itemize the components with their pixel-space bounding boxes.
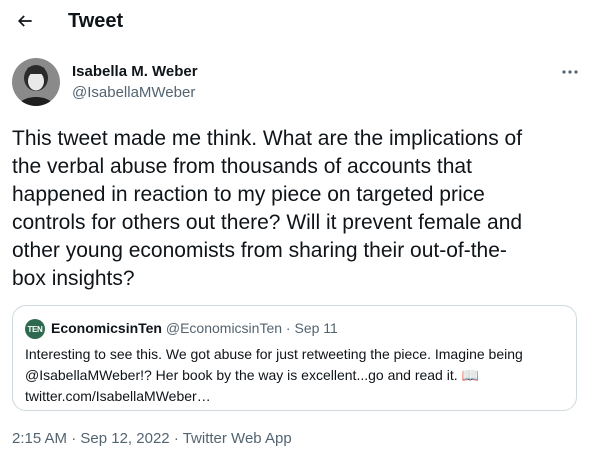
tweet-text: This tweet made me think. What are the i… <box>12 125 577 293</box>
more-options-button[interactable] <box>557 62 583 82</box>
separator-dot: · <box>285 320 291 336</box>
tweet-timestamp: 2:15 AM · Sep 12, 2022 · Twitter Web App <box>12 430 292 447</box>
quoted-avatar-logo-text: TEN <box>27 324 43 334</box>
page-title: Tweet <box>68 10 124 32</box>
separator-dot: · <box>173 430 179 447</box>
tweet-line: happened in reaction to my piece on targ… <box>12 183 485 206</box>
tweet-line: This tweet made me think. What are the i… <box>12 127 523 150</box>
avatar[interactable] <box>12 58 60 106</box>
more-icon <box>562 70 578 74</box>
tweet-date[interactable]: Sep 12, 2022 <box>80 430 169 447</box>
quoted-tweet-text: Interesting to see this. We got abuse fo… <box>25 344 570 407</box>
tweet-line: other young economists from sharing thei… <box>12 239 507 262</box>
author-handle[interactable]: @IsabellaMWeber <box>72 84 195 101</box>
separator-dot: · <box>71 430 77 447</box>
tweet-source[interactable]: Twitter Web App <box>183 430 292 447</box>
quoted-date: Sep 11 <box>294 320 338 336</box>
quoted-line: Interesting to see this. We got abuse fo… <box>25 346 523 362</box>
quoted-avatar: TEN <box>25 319 45 339</box>
quoted-author-handle: @EconomicsinTen <box>165 320 283 336</box>
top-bar: Tweet <box>0 0 597 42</box>
tweet-line: box insights? <box>12 267 135 290</box>
quoted-header: EconomicsinTen @EconomicsinTen · Sep 11 <box>51 319 338 337</box>
author-name[interactable]: Isabella M. Weber <box>72 63 198 80</box>
tweet-time[interactable]: 2:15 AM <box>12 430 67 447</box>
tweet-line: the verbal abuse from thousands of accou… <box>12 155 472 178</box>
quoted-line: @IsabellaMWeber!? Her book by the way is… <box>25 367 479 383</box>
quoted-author-name: EconomicsinTen <box>51 320 162 336</box>
profile-photo <box>12 58 60 106</box>
quoted-link: twitter.com/IsabellaMWeber… <box>25 388 211 404</box>
tweet-line: controls for others out there? Will it p… <box>12 211 523 234</box>
arrow-left-icon <box>17 15 32 27</box>
quoted-tweet-card[interactable]: TEN EconomicsinTen @EconomicsinTen · Sep… <box>12 305 577 411</box>
back-button[interactable] <box>12 8 38 34</box>
